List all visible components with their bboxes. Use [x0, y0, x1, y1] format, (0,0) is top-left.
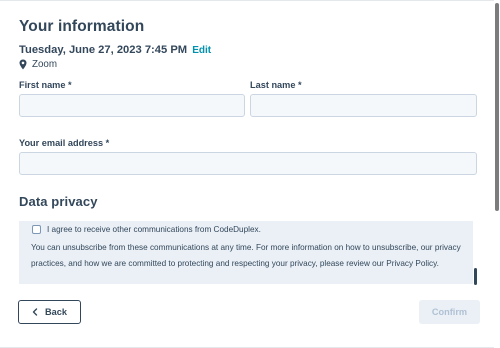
consent-checkbox[interactable]: [32, 225, 41, 234]
confirm-button-label: Confirm: [431, 307, 468, 317]
booking-form-panel: Your information Tuesday, June 27, 2023 …: [0, 0, 500, 348]
meeting-location-row: Zoom: [19, 58, 57, 71]
last-name-label: Last name *: [250, 80, 302, 90]
meeting-datetime-row: Tuesday, June 27, 2023 7:45 PM Edit: [19, 44, 211, 56]
first-name-label: First name *: [19, 80, 72, 90]
consent-label: I agree to receive other communications …: [47, 225, 261, 234]
privacy-notice: You can unsubscribe from these communica…: [31, 243, 461, 268]
meeting-datetime: Tuesday, June 27, 2023 7:45 PM: [19, 44, 188, 56]
data-privacy-heading: Data privacy: [19, 194, 98, 209]
confirm-button[interactable]: Confirm: [419, 300, 480, 324]
page-scrollbar-thumb[interactable]: [495, 3, 499, 211]
privacy-box-scrollbar[interactable]: [474, 268, 477, 285]
map-pin-icon: [19, 59, 27, 70]
meeting-location: Zoom: [32, 59, 58, 70]
email-field[interactable]: [19, 152, 477, 175]
last-name-field[interactable]: [250, 94, 477, 117]
chevron-left-icon: [32, 308, 38, 316]
privacy-consent-box: I agree to receive other communications …: [19, 221, 473, 284]
back-button[interactable]: Back: [18, 300, 81, 324]
consent-row[interactable]: I agree to receive other communications …: [32, 225, 261, 234]
top-divider: [0, 0, 500, 1]
edit-datetime-link[interactable]: Edit: [192, 45, 211, 56]
page-title: Your information: [19, 18, 145, 35]
email-label: Your email address *: [19, 138, 110, 148]
back-button-label: Back: [45, 307, 67, 317]
first-name-field[interactable]: [19, 94, 245, 117]
